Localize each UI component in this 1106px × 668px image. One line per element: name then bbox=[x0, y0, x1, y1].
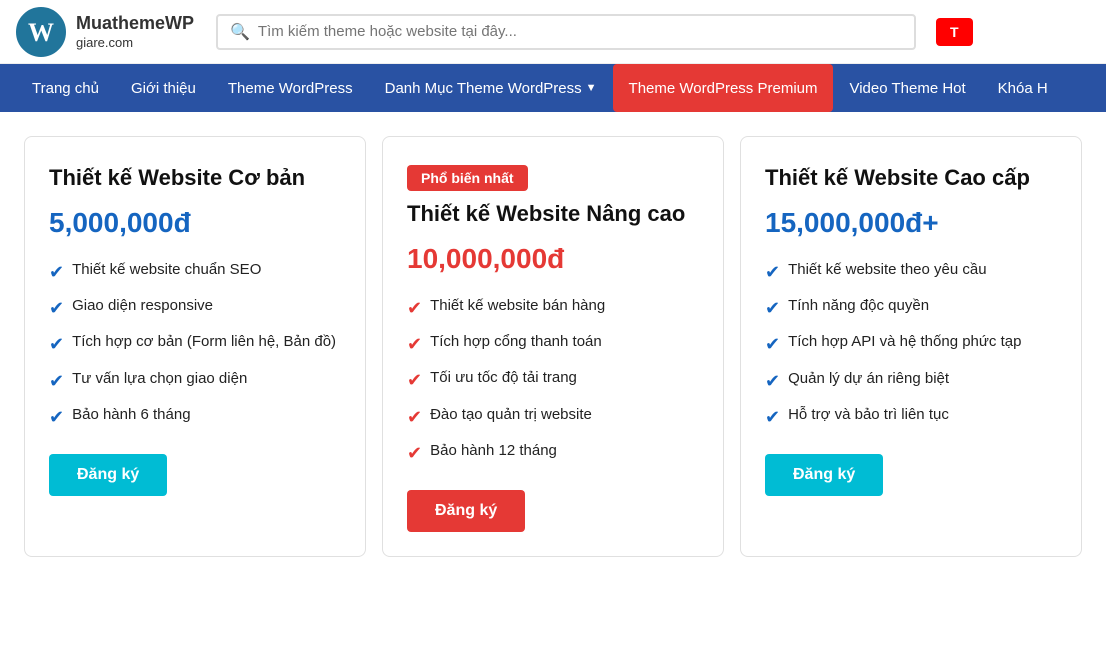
card-basic-title: Thiết kế Website Cơ bản bbox=[49, 165, 341, 191]
wordpress-logo: W bbox=[16, 7, 66, 57]
list-item: ✔Thiết kế website theo yêu cầu bbox=[765, 259, 1057, 285]
list-item: ✔Hỗ trợ và bảo trì liên tục bbox=[765, 404, 1057, 430]
nav-item-video-theme[interactable]: Video Theme Hot bbox=[833, 64, 981, 112]
check-icon: ✔ bbox=[49, 260, 64, 285]
domain-name: giare.com bbox=[76, 35, 194, 51]
logo-area: W MuathemeWP giare.com bbox=[16, 7, 196, 57]
list-item: ✔Giao diện responsive bbox=[49, 295, 341, 321]
list-item: ✔Tối ưu tốc độ tải trang bbox=[407, 367, 699, 393]
svg-text:W: W bbox=[28, 18, 54, 47]
check-icon: ✔ bbox=[407, 332, 422, 357]
popular-badge: Phổ biến nhất bbox=[407, 165, 528, 191]
list-item: ✔Quản lý dự án riêng biệt bbox=[765, 368, 1057, 394]
card-premium-title: Thiết kế Website Cao cấp bbox=[765, 165, 1057, 191]
list-item: ✔Thiết kế website chuẩn SEO bbox=[49, 259, 341, 285]
list-item: ✔Tư vấn lựa chọn giao diện bbox=[49, 368, 341, 394]
chevron-down-icon: ▼ bbox=[586, 82, 597, 94]
nav-item-khoa-hoc[interactable]: Khóa H bbox=[982, 64, 1064, 112]
nav-item-danh-muc[interactable]: Danh Mục Theme WordPress ▼ bbox=[369, 64, 613, 112]
brand-name: MuathemeWP bbox=[76, 13, 194, 35]
check-icon: ✔ bbox=[407, 405, 422, 430]
nav-item-theme-wordpress[interactable]: Theme WordPress bbox=[212, 64, 369, 112]
card-advanced-price: 10,000,000đ bbox=[407, 243, 699, 275]
card-basic-features: ✔Thiết kế website chuẩn SEO ✔Giao diện r… bbox=[49, 259, 341, 430]
logo-text: MuathemeWP giare.com bbox=[76, 13, 194, 50]
list-item: ✔Bảo hành 12 tháng bbox=[407, 440, 699, 466]
pricing-section: Thiết kế Website Cơ bản 5,000,000đ ✔Thiế… bbox=[0, 112, 1106, 581]
check-icon: ✔ bbox=[765, 296, 780, 321]
check-icon: ✔ bbox=[407, 296, 422, 321]
check-icon: ✔ bbox=[765, 332, 780, 357]
check-icon: ✔ bbox=[49, 332, 64, 357]
list-item: ✔Bảo hành 6 tháng bbox=[49, 404, 341, 430]
nav-item-gioi-thieu[interactable]: Giới thiệu bbox=[115, 64, 212, 112]
check-icon: ✔ bbox=[765, 260, 780, 285]
list-item: ✔Tích hợp cổng thanh toán bbox=[407, 331, 699, 357]
register-premium-button[interactable]: Đăng ký bbox=[765, 454, 883, 496]
check-icon: ✔ bbox=[49, 296, 64, 321]
check-icon: ✔ bbox=[407, 368, 422, 393]
list-item: ✔Tích hợp API và hệ thống phức tạp bbox=[765, 331, 1057, 357]
header: W MuathemeWP giare.com 🔍 T bbox=[0, 0, 1106, 64]
nav-item-premium[interactable]: Theme WordPress Premium bbox=[613, 64, 834, 112]
check-icon: ✔ bbox=[765, 369, 780, 394]
search-input[interactable] bbox=[258, 23, 902, 40]
card-advanced-features: ✔Thiết kế website bán hàng ✔Tích hợp cổn… bbox=[407, 295, 699, 466]
check-icon: ✔ bbox=[49, 405, 64, 430]
pricing-card-basic: Thiết kế Website Cơ bản 5,000,000đ ✔Thiế… bbox=[24, 136, 366, 557]
card-basic-price: 5,000,000đ bbox=[49, 207, 341, 239]
pricing-card-advanced: Phổ biến nhất Thiết kế Website Nâng cao … bbox=[382, 136, 724, 557]
pricing-card-premium: Thiết kế Website Cao cấp 15,000,000đ+ ✔T… bbox=[740, 136, 1082, 557]
navbar: Trang chủ Giới thiệu Theme WordPress Dan… bbox=[0, 64, 1106, 112]
list-item: ✔Thiết kế website bán hàng bbox=[407, 295, 699, 321]
nav-item-trang-chu[interactable]: Trang chủ bbox=[16, 64, 115, 112]
list-item: ✔Tích hợp cơ bản (Form liên hệ, Bản đồ) bbox=[49, 331, 341, 357]
search-icon: 🔍 bbox=[230, 22, 250, 42]
search-bar[interactable]: 🔍 bbox=[216, 14, 916, 50]
card-premium-price: 15,000,000đ+ bbox=[765, 207, 1057, 239]
check-icon: ✔ bbox=[765, 405, 780, 430]
register-advanced-button[interactable]: Đăng ký bbox=[407, 490, 525, 532]
card-advanced-title: Thiết kế Website Nâng cao bbox=[407, 201, 699, 227]
check-icon: ✔ bbox=[407, 441, 422, 466]
list-item: ✔Tính năng độc quyền bbox=[765, 295, 1057, 321]
card-premium-features: ✔Thiết kế website theo yêu cầu ✔Tính năn… bbox=[765, 259, 1057, 430]
list-item: ✔Đào tạo quản trị website bbox=[407, 404, 699, 430]
register-basic-button[interactable]: Đăng ký bbox=[49, 454, 167, 496]
check-icon: ✔ bbox=[49, 369, 64, 394]
top-right-tab[interactable]: T bbox=[936, 18, 973, 46]
